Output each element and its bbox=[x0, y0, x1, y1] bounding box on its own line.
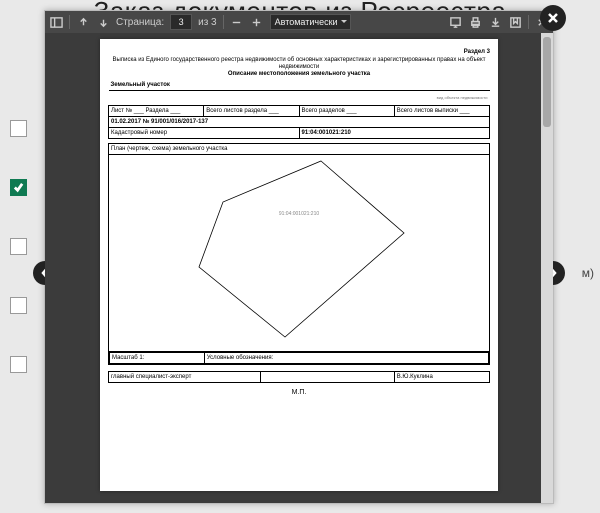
document-viewer-modal: Страница: 3 из 3 Автоматически Раздел 3 … bbox=[44, 10, 554, 504]
document-subtitle: Описание местоположения земельного участ… bbox=[108, 71, 490, 78]
filter-checkbox[interactable] bbox=[10, 179, 27, 196]
stamp-label: М.П. bbox=[108, 389, 490, 396]
presentation-icon[interactable] bbox=[448, 15, 462, 29]
zoom-select[interactable]: Автоматически bbox=[270, 14, 351, 30]
signer-name: В.Ю.Куклина bbox=[394, 371, 489, 382]
page-label: Страница: bbox=[116, 17, 164, 28]
signer-role: главный специалист-эксперт bbox=[109, 371, 261, 382]
page-total: из 3 bbox=[198, 17, 217, 28]
document-title: Выписка из Единого государственного реес… bbox=[108, 57, 490, 71]
plan-title-cell: План (чертеж, схема) земельного участка bbox=[109, 143, 490, 154]
sidebar-toggle-icon[interactable] bbox=[49, 15, 63, 29]
date-number-cell: 01.02.2017 № 91/001/016/2017-137 bbox=[109, 116, 490, 127]
section-number: Раздел 3 bbox=[108, 49, 490, 55]
page-up-icon[interactable] bbox=[76, 15, 90, 29]
download-icon[interactable] bbox=[488, 15, 502, 29]
sheet-cell: Лист № ___ Раздела ___ bbox=[109, 105, 204, 116]
sheet-cell: Всего листов раздела ___ bbox=[204, 105, 299, 116]
sheet-cell: Всего разделов ___ bbox=[299, 105, 394, 116]
page-down-icon[interactable] bbox=[96, 15, 110, 29]
print-icon[interactable] bbox=[468, 15, 482, 29]
filter-checkbox[interactable] bbox=[10, 356, 27, 373]
land-plot-plan: 91:04:001021:210 bbox=[109, 155, 489, 351]
zoom-in-icon[interactable] bbox=[250, 15, 264, 29]
filter-checkbox[interactable] bbox=[10, 297, 27, 314]
filter-checkbox[interactable] bbox=[10, 238, 27, 255]
toolbar-separator bbox=[528, 15, 529, 29]
toolbar-separator bbox=[69, 15, 70, 29]
sheet-cell: Всего листов выписки ___ bbox=[394, 105, 489, 116]
legend-cell: Условные обозначения: bbox=[204, 352, 488, 363]
close-button[interactable] bbox=[540, 5, 566, 31]
cad-label-cell: Кадастровый номер bbox=[109, 127, 300, 138]
pdf-page: Раздел 3 Выписка из Единого государствен… bbox=[100, 39, 498, 491]
object-type: Земельный участок bbox=[109, 80, 490, 91]
plot-cad-label: 91:04:001021:210 bbox=[279, 211, 319, 217]
cad-number-cell: 91:04:001021:210 bbox=[299, 127, 490, 138]
pdf-viewport[interactable]: Раздел 3 Выписка из Единого государствен… bbox=[45, 33, 553, 503]
page-number-input[interactable]: 3 bbox=[170, 14, 192, 30]
vertical-scrollbar[interactable] bbox=[541, 33, 553, 503]
bookmark-icon[interactable] bbox=[508, 15, 522, 29]
pdf-toolbar: Страница: 3 из 3 Автоматически bbox=[45, 11, 553, 33]
toolbar-separator bbox=[223, 15, 224, 29]
filter-checkbox[interactable] bbox=[10, 120, 27, 137]
zoom-out-icon[interactable] bbox=[230, 15, 244, 29]
background-text-fragment: м) bbox=[582, 266, 594, 280]
scale-cell: Масштаб 1: bbox=[110, 352, 205, 363]
background-checkbox-column bbox=[10, 120, 27, 373]
